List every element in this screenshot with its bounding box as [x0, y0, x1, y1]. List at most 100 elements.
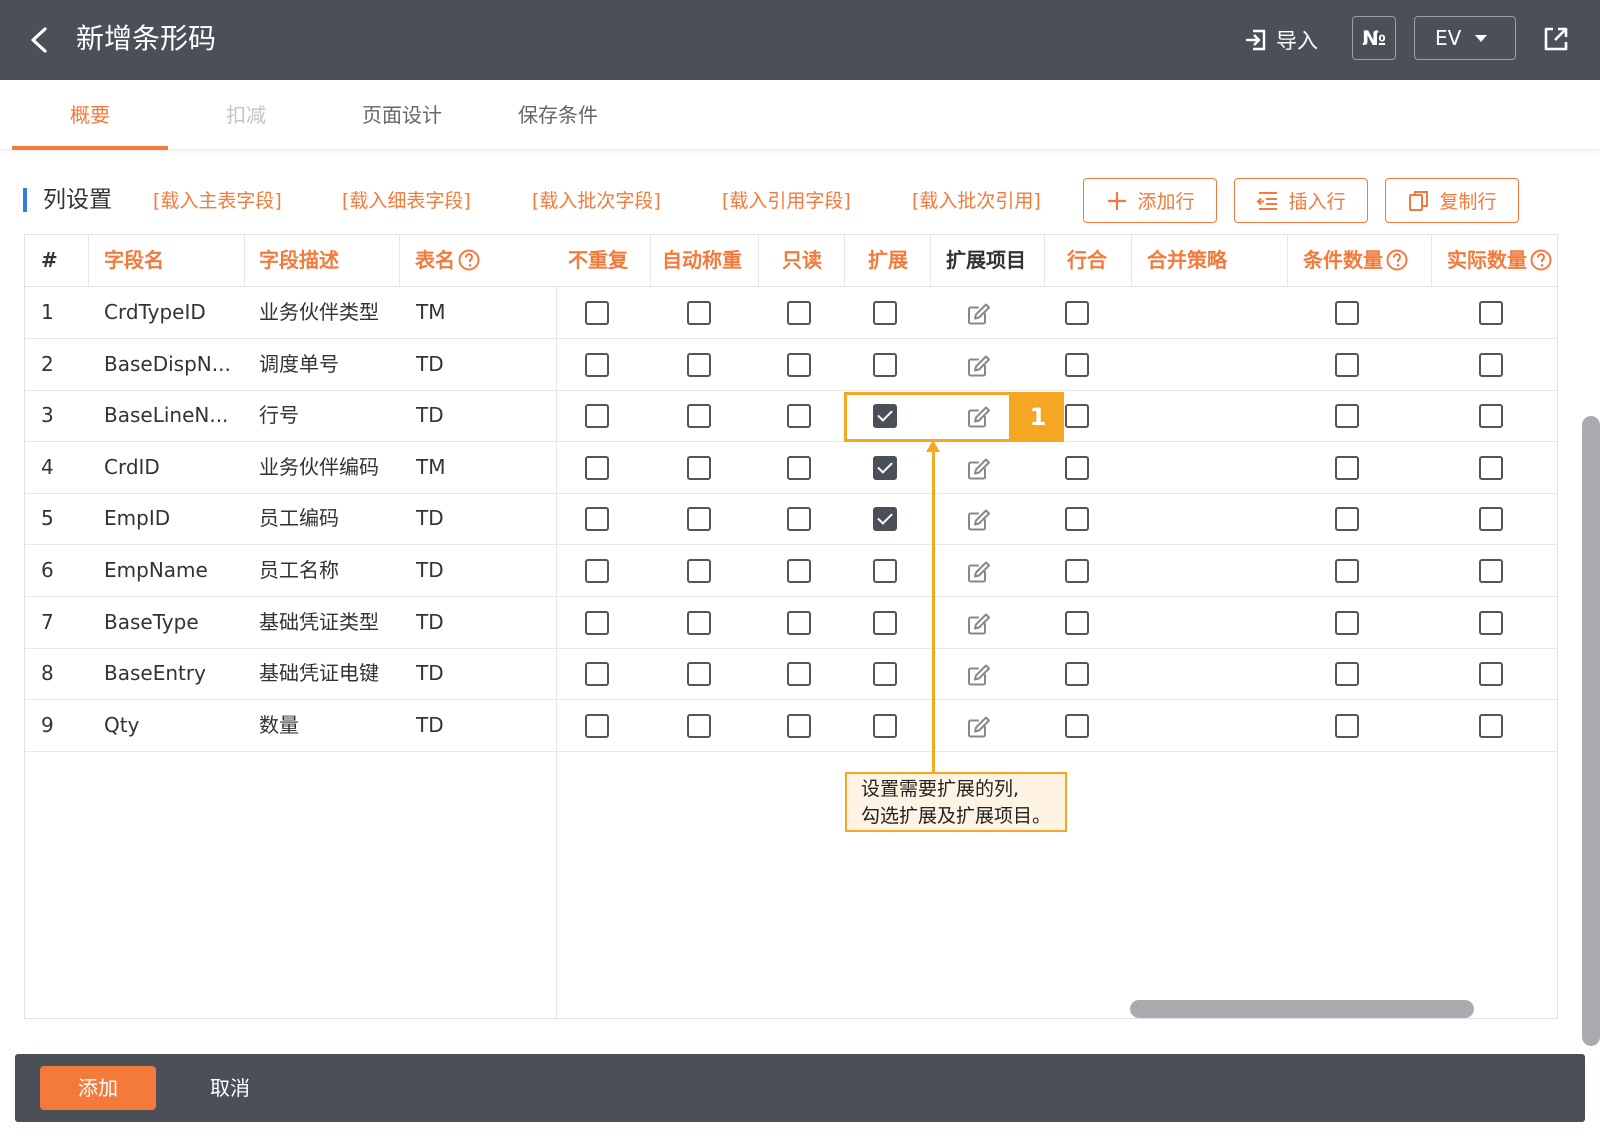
read-only-checkbox[interactable]	[787, 662, 811, 687]
table-row[interactable]: 1 CrdTypeID 业务伙伴类型 TM	[25, 287, 1557, 339]
load-main-fields-link[interactable]: [载入主表字段]	[153, 186, 282, 216]
help-icon[interactable]	[1386, 249, 1408, 271]
actual-qty-checkbox[interactable]	[1479, 455, 1503, 480]
row-merge-checkbox[interactable]	[1065, 507, 1089, 532]
edit-icon[interactable]	[965, 713, 993, 741]
field-desc-cell[interactable]: 基础凭证类型	[259, 597, 379, 648]
edit-icon[interactable]	[965, 558, 993, 586]
row-merge-checkbox[interactable]	[1065, 662, 1089, 687]
field-desc-cell[interactable]: 基础凭证电键	[259, 648, 379, 699]
table-row[interactable]: 8 BaseEntry 基础凭证电键 TD	[25, 648, 1557, 701]
table-row[interactable]: 7 BaseType 基础凭证类型 TD	[25, 597, 1557, 649]
table-name-cell[interactable]: TD	[416, 597, 444, 648]
read-only-checkbox[interactable]	[787, 713, 811, 738]
auto-weigh-checkbox[interactable]	[687, 610, 711, 635]
row-merge-checkbox[interactable]	[1065, 713, 1089, 738]
load-batch-fields-link[interactable]: [载入批次字段]	[532, 186, 661, 216]
auto-weigh-checkbox[interactable]	[687, 455, 711, 480]
condition-qty-checkbox[interactable]	[1335, 713, 1359, 738]
actual-qty-checkbox[interactable]	[1479, 713, 1503, 738]
auto-weigh-checkbox[interactable]	[687, 352, 711, 377]
edit-icon[interactable]	[965, 661, 993, 689]
expand-checkbox[interactable]	[873, 713, 897, 738]
field-desc-cell[interactable]: 调度单号	[259, 339, 339, 390]
table-name-cell[interactable]: TD	[416, 339, 444, 390]
table-name-cell[interactable]: TD	[416, 390, 444, 441]
row-merge-checkbox[interactable]	[1065, 455, 1089, 480]
no-duplicate-checkbox[interactable]	[585, 301, 609, 325]
table-row[interactable]: 3 BaseLineN... 行号 TD	[25, 390, 1557, 443]
edit-icon[interactable]	[965, 610, 993, 638]
table-row[interactable]: 4 CrdID 业务伙伴编码 TM	[25, 442, 1557, 494]
field-name-cell[interactable]: EmpID	[104, 493, 244, 544]
field-desc-cell[interactable]: 行号	[259, 390, 299, 441]
row-merge-checkbox[interactable]	[1065, 352, 1089, 377]
table-row[interactable]: 2 BaseDispN... 调度单号 TD	[25, 339, 1557, 391]
tab-save-conditions[interactable]: 保存条件	[480, 80, 636, 150]
vertical-scrollbar[interactable]	[1582, 416, 1600, 1046]
read-only-checkbox[interactable]	[787, 301, 811, 325]
actual-qty-checkbox[interactable]	[1479, 559, 1503, 583]
field-desc-cell[interactable]: 业务伙伴编码	[259, 442, 379, 493]
condition-qty-checkbox[interactable]	[1335, 301, 1359, 325]
number-button[interactable]: №	[1352, 16, 1396, 60]
table-name-cell[interactable]: TM	[416, 287, 445, 338]
no-duplicate-checkbox[interactable]	[585, 404, 609, 429]
edit-icon[interactable]	[965, 506, 993, 534]
condition-qty-checkbox[interactable]	[1335, 559, 1359, 583]
table-row[interactable]: 5 EmpID 员工编码 TD	[25, 493, 1557, 546]
share-icon[interactable]	[1539, 22, 1573, 56]
table-name-cell[interactable]: TD	[416, 700, 444, 751]
edit-icon[interactable]	[965, 455, 993, 483]
actual-qty-checkbox[interactable]	[1479, 507, 1503, 532]
auto-weigh-checkbox[interactable]	[687, 404, 711, 429]
ev-dropdown[interactable]: EV	[1414, 16, 1516, 60]
table-name-cell[interactable]: TD	[416, 545, 444, 596]
field-name-cell[interactable]: BaseLineN...	[104, 390, 244, 441]
no-duplicate-checkbox[interactable]	[585, 352, 609, 377]
no-duplicate-checkbox[interactable]	[585, 610, 609, 635]
expand-checkbox[interactable]	[873, 610, 897, 635]
load-batch-reference-link[interactable]: [载入批次引用]	[912, 186, 1041, 216]
no-duplicate-checkbox[interactable]	[585, 713, 609, 738]
field-name-cell[interactable]: EmpName	[104, 545, 244, 596]
actual-qty-checkbox[interactable]	[1479, 662, 1503, 687]
field-desc-cell[interactable]: 业务伙伴类型	[259, 287, 379, 338]
import-button[interactable]: 导入	[1242, 20, 1318, 60]
expand-checkbox[interactable]	[873, 301, 897, 325]
back-icon[interactable]	[22, 22, 58, 58]
read-only-checkbox[interactable]	[787, 610, 811, 635]
field-desc-cell[interactable]: 数量	[259, 700, 299, 751]
condition-qty-checkbox[interactable]	[1335, 352, 1359, 377]
condition-qty-checkbox[interactable]	[1335, 507, 1359, 532]
table-name-cell[interactable]: TD	[416, 648, 444, 699]
expand-checkbox[interactable]	[873, 507, 897, 532]
field-name-cell[interactable]: BaseType	[104, 597, 244, 648]
add-row-button[interactable]: 添加行	[1083, 178, 1217, 223]
condition-qty-checkbox[interactable]	[1335, 610, 1359, 635]
read-only-checkbox[interactable]	[787, 404, 811, 429]
no-duplicate-checkbox[interactable]	[585, 507, 609, 532]
tab-overview[interactable]: 概要	[12, 80, 168, 150]
read-only-checkbox[interactable]	[787, 507, 811, 532]
expand-checkbox[interactable]	[873, 662, 897, 687]
expand-checkbox[interactable]	[873, 559, 897, 583]
table-name-cell[interactable]: TD	[416, 493, 444, 544]
table-row[interactable]: 6 EmpName 员工名称 TD	[25, 545, 1557, 597]
horizontal-scrollbar[interactable]	[1130, 1000, 1474, 1018]
expand-checkbox[interactable]	[873, 352, 897, 377]
actual-qty-checkbox[interactable]	[1479, 301, 1503, 325]
help-icon[interactable]	[458, 249, 480, 271]
field-name-cell[interactable]: CrdID	[104, 442, 244, 493]
auto-weigh-checkbox[interactable]	[687, 301, 711, 325]
read-only-checkbox[interactable]	[787, 352, 811, 377]
auto-weigh-checkbox[interactable]	[687, 662, 711, 687]
field-name-cell[interactable]: BaseDispN...	[104, 339, 244, 390]
load-reference-fields-link[interactable]: [载入引用字段]	[722, 186, 851, 216]
actual-qty-checkbox[interactable]	[1479, 404, 1503, 429]
help-icon[interactable]	[1530, 249, 1552, 271]
condition-qty-checkbox[interactable]	[1335, 404, 1359, 429]
edit-icon[interactable]	[965, 300, 993, 328]
auto-weigh-checkbox[interactable]	[687, 507, 711, 532]
edit-icon[interactable]	[965, 352, 993, 380]
